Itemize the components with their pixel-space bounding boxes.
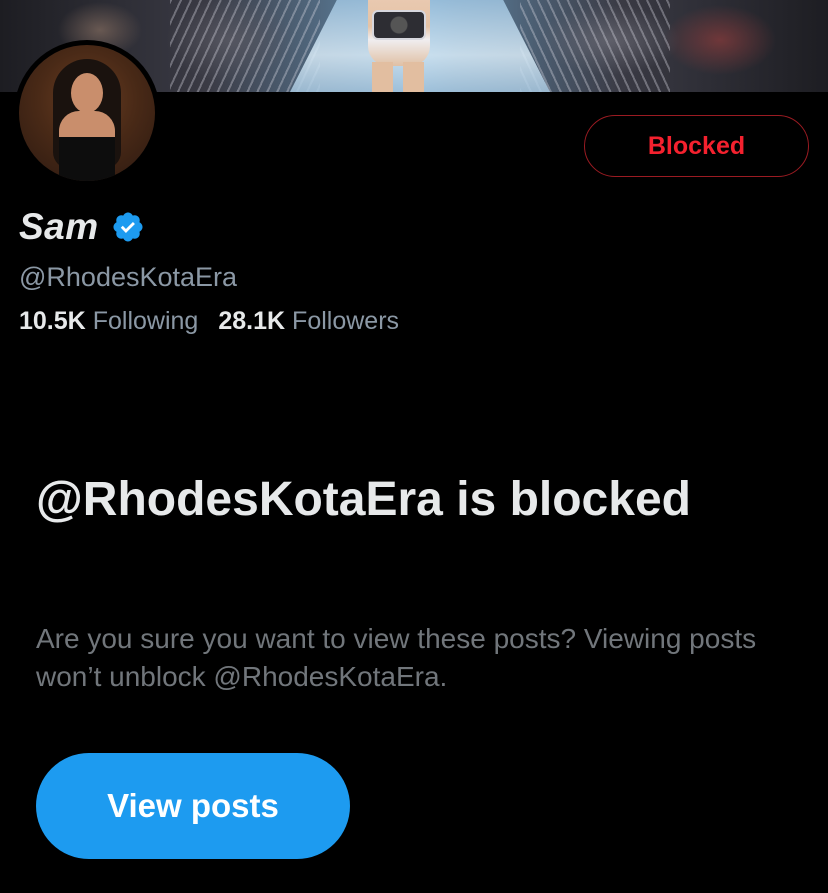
followers-count: 28.1K	[218, 307, 286, 335]
view-posts-button[interactable]: View posts	[36, 753, 350, 859]
following-stat[interactable]: 10.5K Following	[19, 307, 198, 336]
blocked-notice-title: @RhodesKotaEra is blocked	[36, 473, 691, 526]
blocked-notice-description: Are you sure you want to view these post…	[36, 623, 757, 692]
following-label: Following	[92, 307, 199, 335]
avatar[interactable]	[14, 40, 160, 186]
avatar-image	[19, 45, 155, 181]
banner-wrestler-legs	[372, 62, 424, 92]
profile-page: Blocked Sam @RhodesKotaEra 10.5K Followi…	[0, 0, 828, 893]
verified-badge-icon[interactable]	[111, 210, 145, 244]
banner-championship-belt	[372, 10, 426, 40]
followers-stat[interactable]: 28.1K Followers	[218, 307, 399, 336]
following-count: 10.5K	[19, 307, 86, 335]
blocked-button[interactable]: Blocked	[584, 115, 809, 177]
display-name: Sam	[19, 206, 99, 247]
followers-label: Followers	[292, 307, 400, 335]
name-row: Sam	[19, 206, 145, 248]
user-handle: @RhodesKotaEra	[19, 262, 238, 292]
follow-stats: 10.5K Following 28.1K Followers	[19, 307, 399, 336]
